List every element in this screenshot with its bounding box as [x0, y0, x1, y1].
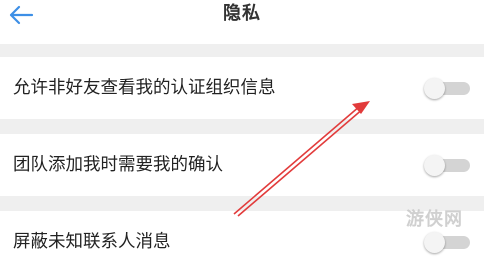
- toggle-knob: [424, 78, 445, 99]
- setting-label: 屏蔽未知联系人消息: [13, 232, 171, 252]
- toggle-switch[interactable]: [424, 78, 470, 99]
- toggle-switch[interactable]: [424, 155, 470, 176]
- toggle-switch[interactable]: [424, 232, 470, 253]
- toggle-knob: [424, 232, 445, 253]
- setting-row-show-org-info: 允许非好友查看我的认证组织信息: [0, 57, 484, 119]
- setting-label: 允许非好友查看我的认证组织信息: [13, 78, 276, 98]
- toggle-knob: [424, 155, 445, 176]
- setting-row-team-add-confirm: 团队添加我时需要我的确认: [0, 134, 484, 196]
- page-title: 隐私: [223, 3, 261, 24]
- setting-label: 团队添加我时需要我的确认: [13, 155, 223, 175]
- setting-row-block-unknown: 屏蔽未知联系人消息: [0, 211, 484, 273]
- header-bar: 隐私: [0, 0, 484, 44]
